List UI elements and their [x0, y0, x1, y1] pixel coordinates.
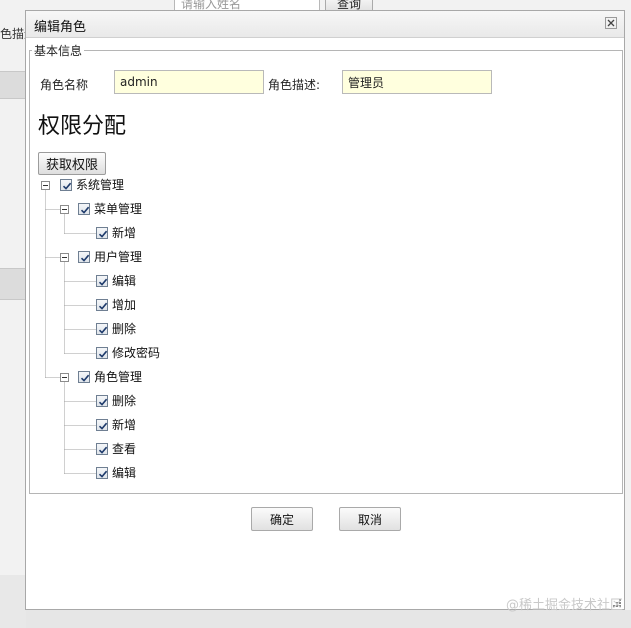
dialog-title: 编辑角色 — [34, 20, 87, 35]
ok-button[interactable]: 确定 — [251, 507, 313, 531]
cancel-button[interactable]: 取消 — [339, 507, 401, 531]
watermark: @稀土掘金技术社区 — [505, 598, 623, 613]
role-desc-label: 角色描述: — [268, 78, 321, 92]
close-icon[interactable] — [604, 16, 618, 30]
edit-role-dialog: 编辑角色 基本信息 角色名称 角色描述: 权限分配 获取权限 系统管理菜单管理新… — [25, 10, 625, 610]
role-name-label: 角色名称 — [40, 78, 89, 92]
dialog-titlebar[interactable]: 编辑角色 — [26, 11, 624, 38]
role-desc-input[interactable] — [342, 70, 492, 94]
fieldset-legend: 基本信息 — [34, 44, 83, 58]
get-permissions-button[interactable]: 获取权限 — [38, 152, 106, 175]
background-row — [0, 268, 26, 300]
background-row — [0, 71, 26, 99]
background-panel — [0, 575, 26, 628]
role-name-input[interactable] — [114, 70, 264, 94]
permission-heading: 权限分配 — [38, 114, 127, 139]
background-column-header: 色描述 — [0, 27, 26, 41]
